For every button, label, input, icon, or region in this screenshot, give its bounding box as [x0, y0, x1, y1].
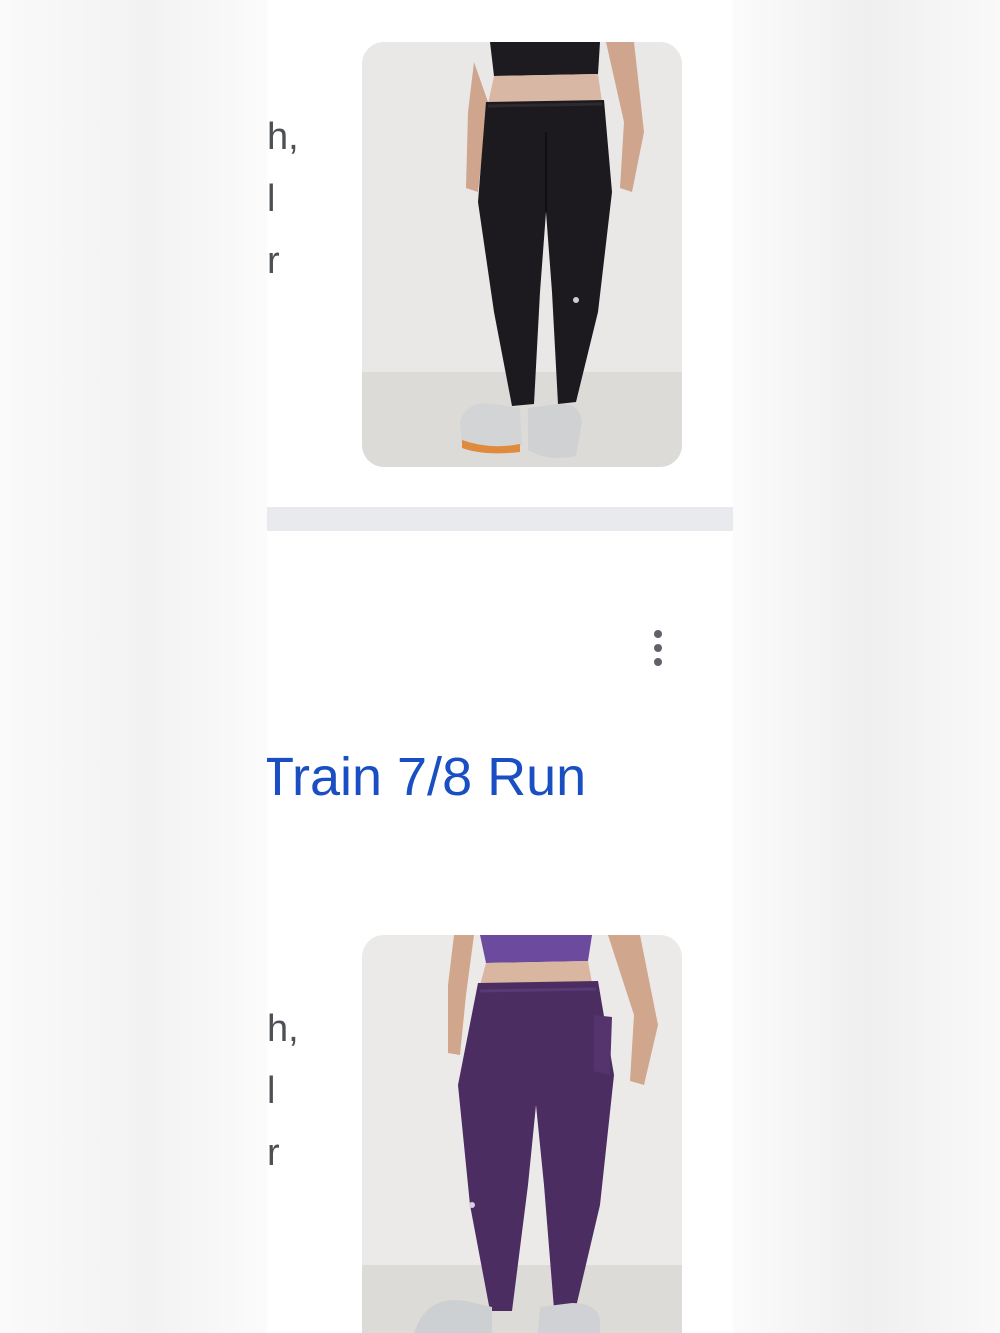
snippet-fragment: l [267, 178, 276, 220]
more-options-button[interactable] [639, 626, 677, 670]
snippet-fragment: r [267, 240, 280, 282]
product-thumbnail-purple-leggings[interactable] [362, 935, 682, 1333]
product-thumbnail-black-leggings[interactable] [362, 42, 682, 467]
snippet-fragment: h, [267, 1008, 299, 1050]
snippet-fragment: r [267, 1132, 280, 1174]
result-title-link[interactable]: Train 7/8 Run [267, 750, 586, 804]
result-divider [267, 507, 733, 531]
more-vert-icon-dot [654, 644, 662, 652]
result-title-fragment[interactable]: o [267, 842, 269, 896]
right-blur-background [733, 0, 1000, 1333]
left-blur-background [0, 0, 267, 1333]
snippet-fragment: h, [267, 116, 299, 158]
snippet-fragment: l [267, 1070, 276, 1112]
more-vert-icon [654, 630, 662, 638]
more-vert-icon-dot [654, 658, 662, 666]
search-results-viewport: h, l r Train 7/8 Run h, l r [267, 0, 733, 1333]
